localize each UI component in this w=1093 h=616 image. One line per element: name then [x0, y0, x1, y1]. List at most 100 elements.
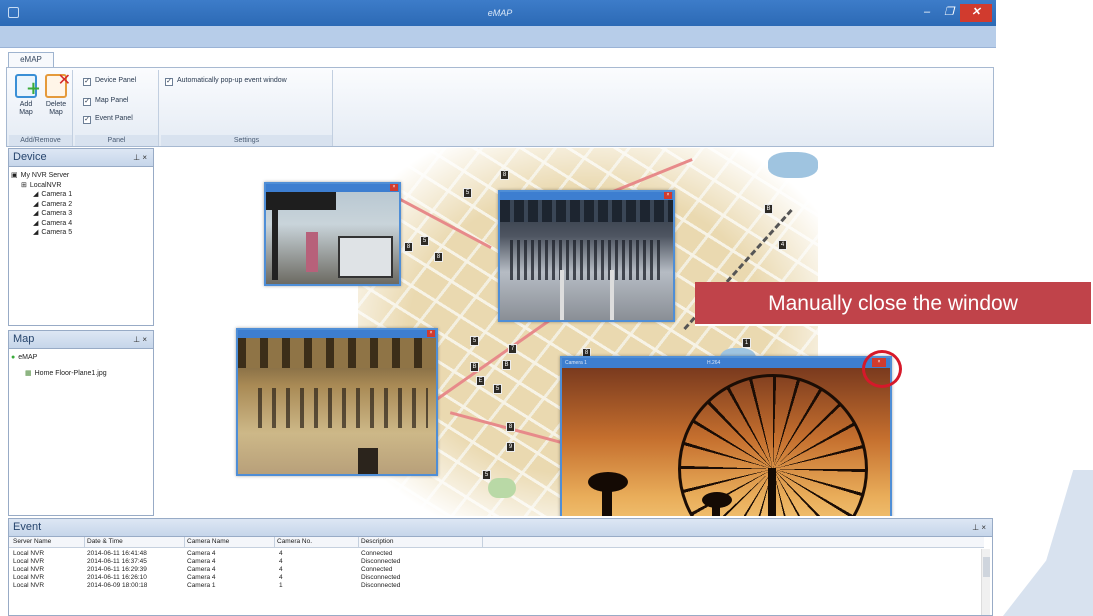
- device-panel: Device ⊥ × ▣ My NVR Server ⊞ LocalNVR ◢ Cam…: [8, 148, 154, 326]
- ribbon-group-add-remove: Add Map Delete Map Add/Remove: [9, 70, 73, 146]
- checkbox-label: Map Panel: [95, 97, 129, 104]
- delete-map-icon: [45, 72, 71, 98]
- scrollbar-thumb[interactable]: [983, 557, 990, 577]
- map-marker[interactable]: 8: [500, 170, 509, 180]
- checkbox-label: Automatically pop-up event window: [177, 77, 287, 84]
- event-table-header: Server Name Date & Time Camera Name Came…: [9, 537, 984, 548]
- event-panel-pin-close[interactable]: ⊥ ×: [972, 519, 986, 536]
- checkbox-label: Event Panel: [95, 115, 133, 122]
- map-marker[interactable]: B: [502, 360, 511, 370]
- checkbox-check-icon: ✓: [83, 98, 91, 106]
- tree-item-camera[interactable]: ◢ Camera 1: [11, 190, 151, 200]
- camera-popup-close-button[interactable]: ×: [427, 330, 435, 337]
- tree-item-floorplan[interactable]: ▦ Home Floor-Plane1.jpg: [11, 369, 151, 379]
- table-row[interactable]: Local NVR 2014-06-11 16:26:10 Camera 4 4 Dis…: [9, 574, 984, 582]
- checkbox-check-icon: ✓: [83, 116, 91, 124]
- emap-globe-icon: ●: [11, 354, 16, 361]
- map-marker[interactable]: 9: [506, 442, 515, 452]
- map-marker[interactable]: 5: [493, 384, 502, 394]
- camera-popup-titlebar: ×: [500, 192, 673, 200]
- event-panel-title: Event: [13, 521, 42, 533]
- add-map-button[interactable]: Add Map: [13, 74, 41, 117]
- app-icon: [8, 7, 19, 18]
- camera-popup-titlebar: ×: [266, 184, 399, 192]
- maximize-button[interactable]: ❐: [938, 4, 960, 22]
- auto-popup-checkbox[interactable]: ✓ Automatically pop-up event window: [165, 76, 287, 87]
- map-marker[interactable]: 5: [420, 236, 429, 246]
- device-panel-pin-close[interactable]: ⊥ ×: [133, 149, 147, 166]
- ribbon-group-settings: ✓ Automatically pop-up event window Setti…: [161, 70, 333, 146]
- event-panel-header: Event ⊥ ×: [9, 519, 992, 537]
- map-panel-title: Map: [13, 333, 35, 345]
- table-row[interactable]: Local NVR 2014-06-11 16:29:39 Camera 4 4 Con…: [9, 566, 984, 574]
- device-panel-header: Device ⊥ ×: [9, 149, 153, 167]
- map-marker[interactable]: 7: [508, 344, 517, 354]
- map-park: [488, 478, 516, 498]
- minimize-button[interactable]: –: [916, 4, 938, 22]
- camera-popup-window[interactable]: ×: [264, 182, 401, 286]
- camera-video-station: [500, 200, 673, 320]
- tree-item-emap[interactable]: ● eMAP: [11, 353, 151, 363]
- column-header[interactable]: Description: [359, 537, 483, 548]
- add-map-label: Add Map: [19, 101, 33, 116]
- table-row[interactable]: Local NVR 2014-06-11 16:37:45 Camera 4 4 Dis…: [9, 558, 984, 566]
- tree-item-camera[interactable]: ◢ Camera 2: [11, 200, 151, 210]
- camera-popup-window[interactable]: ×: [498, 190, 675, 322]
- event-panel: Event ⊥ × Server Name Date & Time Camera…: [8, 518, 993, 616]
- map-panel-header: Map ⊥ ×: [9, 331, 153, 349]
- checkbox-check-icon: ✓: [165, 78, 173, 86]
- map-water: [768, 152, 818, 178]
- map-marker[interactable]: B: [764, 204, 773, 214]
- delete-map-button[interactable]: Delete Map: [43, 72, 71, 117]
- tree-item-nvr[interactable]: ⊞ LocalNVR: [11, 181, 151, 191]
- tree-item-camera[interactable]: ◢ Camera 3: [11, 209, 151, 219]
- map-marker[interactable]: 1: [742, 338, 751, 348]
- map-marker[interactable]: 5: [482, 470, 491, 480]
- ribbon-group-panel: ✓ Device Panel ✓ Map Panel ✓ Event Panel Pa…: [75, 70, 159, 146]
- camera-icon: ◢: [33, 200, 39, 208]
- background-decoration: [1003, 470, 1093, 616]
- map-marker[interactable]: E: [476, 376, 485, 386]
- window-close-button[interactable]: ✕: [960, 4, 992, 22]
- event-panel-checkbox[interactable]: ✓ Event Panel: [83, 114, 133, 125]
- device-panel-title: Device: [13, 151, 47, 163]
- table-row[interactable]: Local NVR 2014-06-09 18:00:18 Camera 1 1 Dis…: [9, 582, 984, 590]
- camera-popup-close-button[interactable]: ×: [664, 192, 672, 199]
- camera-popup-window-active[interactable]: Camera 1 H.264 ×: [560, 356, 892, 516]
- map-marker[interactable]: 8: [506, 422, 515, 432]
- event-scrollbar[interactable]: [981, 549, 990, 615]
- tree-item-camera[interactable]: ◢ Camera 4: [11, 219, 151, 229]
- map-panel-checkbox[interactable]: ✓ Map Panel: [83, 96, 128, 107]
- map-panel-pin-close[interactable]: ⊥ ×: [133, 331, 147, 348]
- delete-map-label: Delete Map: [45, 101, 67, 116]
- map-marker[interactable]: 8: [404, 242, 413, 252]
- add-map-icon: [15, 74, 41, 98]
- map-marker[interactable]: 5: [463, 188, 472, 198]
- table-row[interactable]: Local NVR 2014-06-11 16:41:48 Camera 4 4 Con…: [9, 550, 984, 558]
- window-title: eMAP: [487, 8, 513, 18]
- map-marker[interactable]: 4: [778, 240, 787, 250]
- camera-popup-window[interactable]: ×: [236, 328, 438, 476]
- column-header[interactable]: Date & Time: [85, 537, 185, 548]
- camera-popup-close-button[interactable]: ×: [390, 184, 398, 191]
- tree-item-server[interactable]: ▣ My NVR Server: [11, 171, 151, 181]
- map-marker[interactable]: 8: [434, 252, 443, 262]
- camera-icon: ◢: [33, 229, 39, 236]
- camera-icon: ◢: [33, 219, 39, 227]
- map-view[interactable]: 5 8 B 8 5 8 5 B E 5 B 7 8 8 9 5 1 2 4 × …: [158, 148, 996, 516]
- map-marker[interactable]: B: [470, 362, 479, 372]
- map-marker[interactable]: 5: [470, 336, 479, 346]
- column-header[interactable]: Server Name: [11, 537, 85, 548]
- column-header[interactable]: Camera Name: [185, 537, 275, 548]
- device-panel-checkbox[interactable]: ✓ Device Panel: [83, 76, 136, 87]
- camera-video-bus-stop: [266, 192, 399, 284]
- tab-emap[interactable]: eMAP: [8, 52, 54, 67]
- camera-video-hall: [238, 338, 436, 474]
- camera-icon: ◢: [33, 210, 39, 217]
- checkbox-check-icon: ✓: [83, 78, 91, 86]
- tree-item-camera[interactable]: ◢ Camera 5: [11, 228, 151, 238]
- quick-access-bar: [0, 26, 996, 48]
- map-image-icon: ▦: [25, 369, 32, 377]
- column-header[interactable]: Camera No.: [275, 537, 359, 548]
- device-tree: ▣ My NVR Server ⊞ LocalNVR ◢ Camera 1 ◢ Came…: [9, 167, 153, 242]
